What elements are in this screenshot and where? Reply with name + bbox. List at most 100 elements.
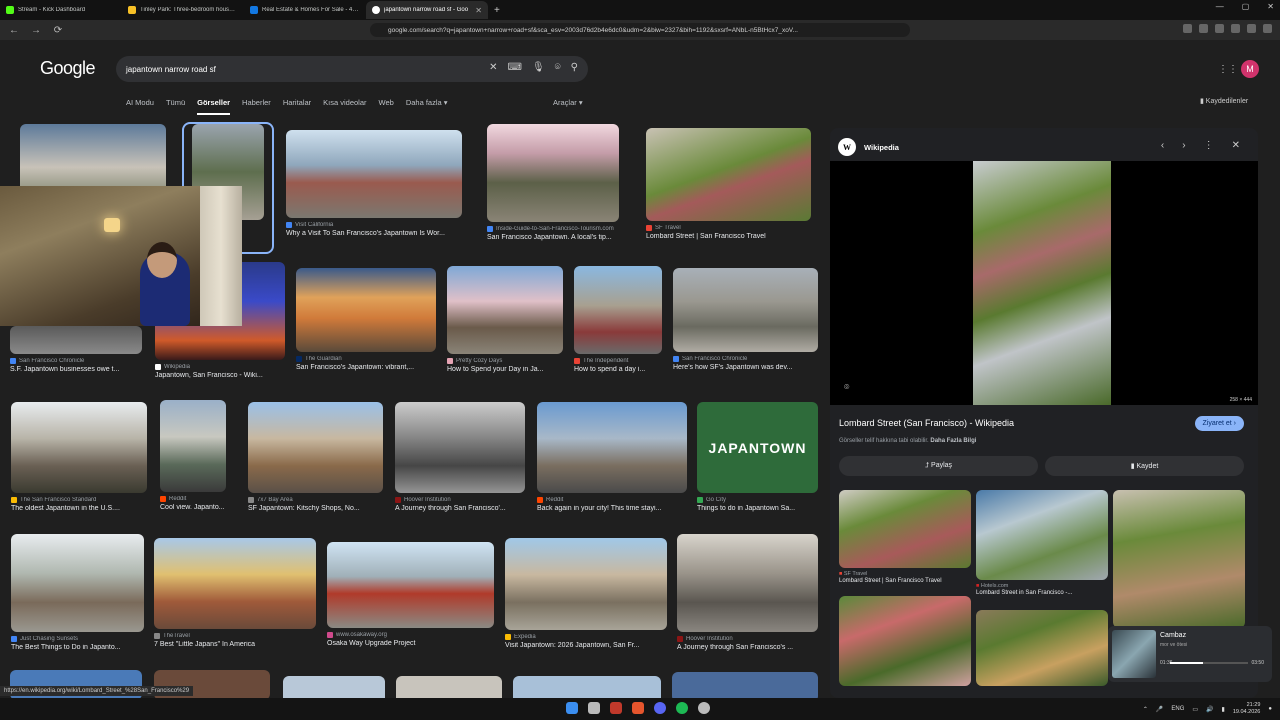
related-image[interactable] — [976, 610, 1108, 686]
image-result[interactable]: Inside-Guide-to-San-Francisco-Tourism.co… — [487, 124, 619, 241]
avatar[interactable]: M — [1241, 60, 1259, 78]
app-icon[interactable] — [610, 702, 622, 714]
search-input[interactable]: japantown narrow road sf ✕ ⌨ 🎙 ⌾ ⚲ — [116, 56, 588, 82]
image-result[interactable] — [672, 672, 818, 698]
volume-icon[interactable]: 🔊 — [1206, 706, 1213, 713]
back-icon[interactable]: ← — [8, 25, 20, 36]
more-options-icon[interactable]: ⋮ — [1204, 140, 1214, 151]
notification-icon[interactable]: ● — [1268, 706, 1272, 712]
url-field[interactable]: google.com/search?q=japantown+narrow+roa… — [370, 23, 910, 37]
result-image[interactable] — [10, 326, 142, 354]
tools-button[interactable]: Araçlar ▾ — [553, 98, 583, 107]
result-image[interactable] — [160, 400, 226, 492]
browser-tab-active[interactable]: japantown narrow road sf - Goo ✕ — [366, 1, 488, 19]
share-button[interactable]: ⮥ Paylaş — [839, 456, 1038, 476]
image-result[interactable]: San Francisco Chronicle S.F. Japantown b… — [10, 326, 142, 373]
result-image[interactable] — [11, 534, 144, 632]
tab-images[interactable]: Görseller — [197, 98, 231, 115]
tab-web[interactable]: Web — [379, 98, 394, 115]
clear-icon[interactable]: ✕ — [489, 63, 497, 73]
app-icon[interactable] — [698, 702, 710, 714]
image-result[interactable]: www.osakaway.org Osaka Way Upgrade Proje… — [327, 542, 494, 647]
media-player-widget[interactable]: Cambaz mor ve ötesi 01:36 03:50 — [1108, 626, 1272, 682]
preview-title[interactable]: Lombard Street (San Francisco) - Wikiped… — [839, 418, 1014, 428]
image-result[interactable]: Visit California Why a Visit To San Fran… — [286, 130, 462, 237]
microphone-icon[interactable]: 🎙 — [532, 63, 545, 73]
google-logo[interactable]: Google — [40, 58, 96, 79]
media-progress-bar[interactable] — [1170, 662, 1248, 664]
result-image[interactable] — [286, 130, 462, 218]
result-image[interactable] — [487, 124, 619, 222]
extension-icon[interactable] — [1215, 24, 1224, 33]
lens-search-icon[interactable]: ⌾ — [844, 382, 849, 393]
close-icon[interactable]: ✕ — [1232, 140, 1240, 151]
tray-chevron-icon[interactable]: ⌃ — [1143, 706, 1148, 713]
image-result[interactable]: 7x7 Bay Area SF Japantown: Kitschy Shops… — [248, 402, 383, 512]
image-result[interactable]: JAPANTOWN Go City Things to do in Japant… — [697, 402, 818, 512]
search-icon[interactable]: ⚲ — [571, 63, 578, 73]
close-window-icon[interactable]: ✕ — [1267, 2, 1274, 11]
image-result[interactable] — [396, 676, 502, 698]
result-image[interactable] — [296, 268, 436, 352]
related-image[interactable]: ■ SF Travel Lombard Street | San Francis… — [839, 490, 971, 584]
image-result[interactable]: San Francisco Chronicle Here's how SF's … — [673, 268, 818, 371]
extension-icon[interactable] — [1247, 24, 1256, 33]
result-image[interactable] — [327, 542, 494, 628]
image-result[interactable]: The Independent How to spend a day i... — [574, 266, 662, 373]
image-result[interactable] — [513, 676, 661, 698]
related-image[interactable] — [839, 596, 971, 686]
image-result[interactable]: The San Francisco Standard The oldest Ja… — [11, 402, 147, 512]
tab-maps[interactable]: Haritalar — [283, 98, 311, 115]
browser-tab[interactable]: Real Estate & Homes For Sale - 466 | — [244, 1, 366, 19]
image-result[interactable]: TheTravel 7 Best "Little Japans" In Amer… — [154, 538, 316, 648]
visit-button[interactable]: Ziyaret et › — [1194, 416, 1244, 431]
result-image[interactable] — [677, 534, 818, 632]
saved-button[interactable]: ▮ Kaydedilenler — [1200, 97, 1248, 105]
menu-icon[interactable] — [1263, 24, 1272, 33]
tab-ai-mode[interactable]: AI Modu — [126, 98, 154, 115]
tab-short-videos[interactable]: Kısa videolar — [323, 98, 366, 115]
brave-icon[interactable] — [632, 702, 644, 714]
spotify-icon[interactable] — [676, 702, 688, 714]
browser-tab[interactable]: Stream - Kick Dashboard — [0, 1, 122, 19]
start-icon[interactable] — [566, 702, 578, 714]
image-result[interactable]: Hoover Institution A Journey through San… — [395, 402, 525, 512]
image-result[interactable]: Hoover Institution A Journey through San… — [677, 534, 818, 651]
learn-more-link[interactable]: Daha Fazla Bilgi — [930, 438, 976, 444]
browser-tab[interactable]: Tinley Park: Three-bedroom house sc — [122, 1, 244, 19]
lens-icon[interactable]: ⌾ — [555, 63, 561, 73]
image-result[interactable]: Pretty Cozy Days How to Spend your Day i… — [447, 266, 563, 373]
clock[interactable]: 21:29 19.04.2026 — [1233, 702, 1261, 716]
forward-icon[interactable]: → — [30, 25, 42, 36]
result-image[interactable] — [154, 538, 316, 629]
related-image[interactable] — [1113, 490, 1245, 628]
discord-icon[interactable] — [654, 702, 666, 714]
save-button[interactable]: ▮ Kaydet — [1045, 456, 1244, 476]
result-image[interactable] — [11, 402, 147, 493]
minimize-icon[interactable]: — — [1216, 2, 1224, 11]
image-result[interactable]: The Guardian San Francisco's Japantown: … — [296, 268, 436, 371]
reload-icon[interactable]: ⟳ — [52, 25, 64, 36]
extension-icon[interactable] — [1231, 24, 1240, 33]
result-image[interactable] — [537, 402, 687, 493]
image-result[interactable]: Reddit Back again in your city! This tim… — [537, 402, 687, 512]
image-result[interactable]: Expedia Visit Japantown: 2026 Japantown,… — [505, 538, 667, 649]
chevron-left-icon[interactable]: ‹ — [1161, 140, 1164, 151]
result-image[interactable] — [248, 402, 383, 493]
tab-news[interactable]: Haberler — [242, 98, 271, 115]
result-image[interactable] — [395, 402, 525, 493]
tab-more[interactable]: Daha fazla ▾ — [406, 98, 448, 115]
maximize-icon[interactable]: ▢ — [1242, 2, 1250, 11]
mic-icon[interactable]: 🎤 — [1156, 706, 1163, 713]
preview-source[interactable]: W Wikipedia — [838, 138, 899, 156]
result-image[interactable] — [505, 538, 667, 630]
result-image[interactable] — [646, 128, 811, 221]
preview-image[interactable] — [973, 161, 1111, 405]
tab-all[interactable]: Tümü — [166, 98, 185, 115]
preview-image-area[interactable]: ⌾ 258 × 444 — [830, 161, 1258, 405]
new-tab-icon[interactable]: + — [488, 5, 506, 16]
extension-icon[interactable] — [1199, 24, 1208, 33]
related-image[interactable]: ■ Hotels.com Lombard Street in San Franc… — [976, 490, 1108, 596]
keyboard-icon[interactable]: ⌨ — [508, 63, 522, 73]
result-image[interactable] — [574, 266, 662, 354]
